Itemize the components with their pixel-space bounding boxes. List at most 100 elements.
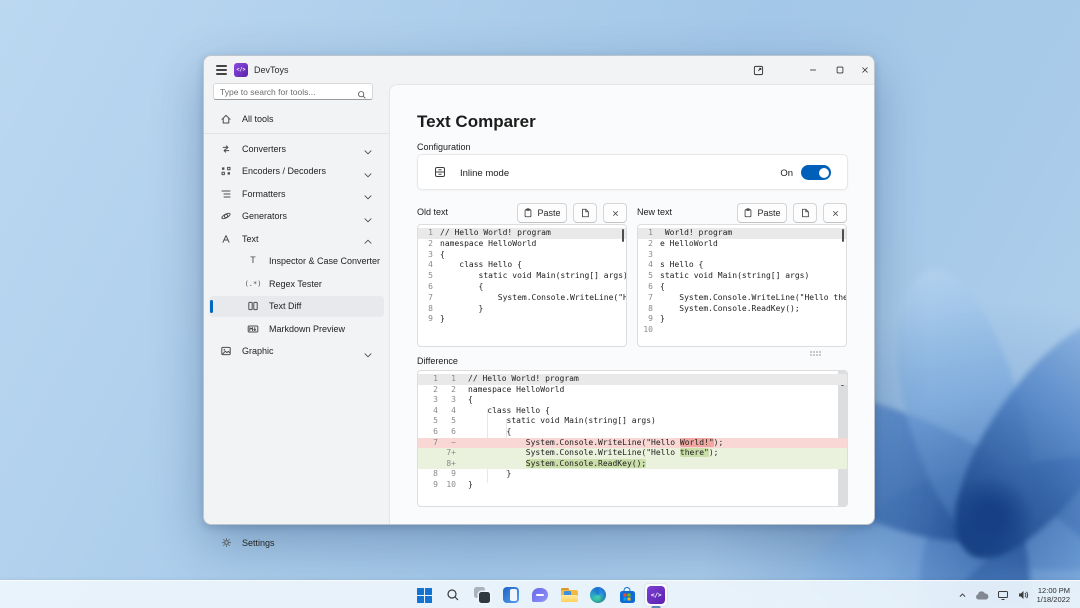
sidebar-item-text-diff[interactable]: Text Diff: [209, 296, 384, 317]
page-title: Text Comparer: [417, 112, 536, 132]
sidebar-item-label: Text Diff: [269, 301, 301, 311]
old-clear-button[interactable]: [603, 203, 627, 223]
titlebar[interactable]: </> DevToys: [204, 56, 874, 84]
markdown-icon: [244, 323, 262, 335]
diff-row-normal: 22namespace HelloWorld: [418, 385, 847, 396]
sidebar-item-label: Settings: [242, 538, 275, 548]
new-open-file-button[interactable]: [793, 203, 817, 223]
sidebar-item-label: Graphic: [242, 346, 274, 356]
diff-row-removed: 7− System.Console.WriteLine("Hello World…: [418, 438, 847, 449]
inspector-icon: T: [244, 256, 262, 266]
text-icon: [217, 233, 235, 245]
code-line: 8 }: [418, 304, 626, 315]
volume-icon[interactable]: [1017, 589, 1029, 601]
code-line: 7 System.Console.WriteLine("Hello there"…: [638, 293, 846, 304]
code-line: 6{: [638, 282, 846, 293]
old-text-editor[interactable]: 1// Hello World! program2namespace Hello…: [417, 224, 627, 347]
taskbar-file-explorer-icon[interactable]: [557, 583, 581, 607]
taskbar-search-icon[interactable]: [441, 583, 465, 607]
taskbar-widgets-icon[interactable]: [499, 583, 523, 607]
sidebar-item-label: Converters: [242, 144, 286, 154]
diff-row-normal: 33{: [418, 395, 847, 406]
diff-row-normal: 55 static void Main(string[] args): [418, 416, 847, 427]
code-line: 1// Hello World! program: [418, 228, 626, 239]
new-text-editor[interactable]: 1 World! program2e HelloWorld34s Hello {…: [637, 224, 847, 347]
taskbar-task-view-icon[interactable]: [470, 583, 494, 607]
code-line: 3: [638, 250, 846, 261]
scrollbar-thumb[interactable]: [622, 229, 625, 242]
code-line: 7 System.Console.WriteLine("Hello World!…: [418, 293, 626, 304]
sidebar-item-graphic[interactable]: Graphic: [209, 341, 384, 362]
old-text-label: Old text: [417, 207, 448, 217]
close-button[interactable]: [853, 56, 876, 84]
sidebar-item-label: Markdown Preview: [269, 324, 345, 334]
difference-viewer[interactable]: 11// Hello World! program22namespace Hel…: [417, 370, 848, 507]
sidebar: All tools Converters Encoders / Decoders Fo…: [204, 84, 389, 524]
sidebar-item-markdown-preview[interactable]: Markdown Preview: [209, 318, 384, 339]
tray-chevron-up-icon[interactable]: [958, 591, 967, 600]
taskbar-devtoys-icon[interactable]: </>: [644, 583, 668, 607]
converters-icon: [217, 143, 235, 155]
sidebar-item-label: Text: [242, 234, 259, 244]
code-line: 8 System.Console.ReadKey();: [638, 304, 846, 315]
menu-button[interactable]: [212, 62, 230, 78]
line-number: 9: [638, 314, 660, 325]
search-input[interactable]: [220, 84, 354, 99]
desktop: </> DevToys All toolsConvertersEn: [0, 0, 1080, 608]
sidebar-item-settings[interactable]: Settings: [209, 532, 384, 553]
sidebar-item-label: Generators: [242, 211, 287, 221]
compact-overlay-icon[interactable]: [744, 56, 772, 84]
line-number: 8: [638, 304, 660, 315]
code-line: 10: [638, 325, 846, 336]
onedrive-cloud-icon[interactable]: [975, 590, 989, 601]
inline-mode-toggle[interactable]: [801, 165, 831, 180]
formatters-icon: [217, 188, 235, 200]
sidebar-item-encoders-decoders[interactable]: Encoders / Decoders: [209, 161, 384, 182]
code-line: 5 static void Main(string[] args): [418, 271, 626, 282]
sidebar-item-text[interactable]: Text: [209, 228, 384, 249]
taskbar-clock[interactable]: 12:00 PM 1/18/2022: [1037, 586, 1070, 604]
splitter-grip[interactable]: [810, 351, 822, 358]
chevron-down-icon: [362, 348, 374, 366]
line-number: 3: [418, 250, 440, 261]
search-box[interactable]: [213, 83, 373, 100]
diff-row-added: 7+ System.Console.WriteLine("Hello there…: [418, 448, 847, 459]
new-clear-button[interactable]: [823, 203, 847, 223]
line-number: 8: [418, 304, 440, 315]
sidebar-item-regex-tester[interactable]: (.*)Regex Tester: [209, 273, 384, 294]
new-paste-button[interactable]: Paste: [737, 203, 787, 223]
taskbar-edge-icon[interactable]: [586, 583, 610, 607]
diff-row-normal: 66 {: [418, 427, 847, 438]
devtoys-app-icon: </>: [234, 63, 248, 77]
taskbar-store-icon[interactable]: [615, 583, 639, 607]
taskbar-chat-icon[interactable]: [528, 583, 552, 607]
sidebar-item-formatters[interactable]: Formatters: [209, 183, 384, 204]
old-open-file-button[interactable]: [573, 203, 597, 223]
taskbar-start-icon[interactable]: [412, 583, 436, 607]
paste-label: Paste: [757, 208, 780, 218]
sidebar-item-generators[interactable]: Generators: [209, 206, 384, 227]
scrollbar-thumb[interactable]: [842, 229, 845, 242]
code-line: 2e HelloWorld: [638, 239, 846, 250]
line-number: 3: [638, 250, 660, 261]
sidebar-item-all-tools[interactable]: All tools: [209, 108, 384, 129]
sidebar-nav: All tools Converters Encoders / Decoders Fo…: [204, 108, 389, 363]
line-number: 9: [418, 314, 440, 325]
code-line: 5static void Main(string[] args): [638, 271, 846, 282]
line-number: 10: [638, 325, 660, 336]
generators-icon: [217, 210, 235, 222]
old-paste-button[interactable]: Paste: [517, 203, 567, 223]
line-number: 7: [638, 293, 660, 304]
sidebar-item-converters[interactable]: Converters: [209, 138, 384, 159]
devtoys-window: </> DevToys All toolsConvertersEn: [203, 55, 875, 525]
sidebar-item-inspector-case-converter[interactable]: TInspector & Case Converter: [209, 251, 384, 272]
diff-row-normal: 44 class Hello {: [418, 406, 847, 417]
inline-mode-state: On: [780, 168, 793, 179]
line-number: 5: [638, 271, 660, 282]
minimize-button[interactable]: [799, 56, 826, 84]
maximize-button[interactable]: [826, 56, 853, 84]
network-icon[interactable]: [997, 589, 1009, 601]
clock-date: 1/18/2022: [1037, 595, 1070, 604]
sidebar-item-label: Formatters: [242, 189, 286, 199]
content-pane: Text Comparer Configuration Inline mode …: [389, 84, 874, 524]
